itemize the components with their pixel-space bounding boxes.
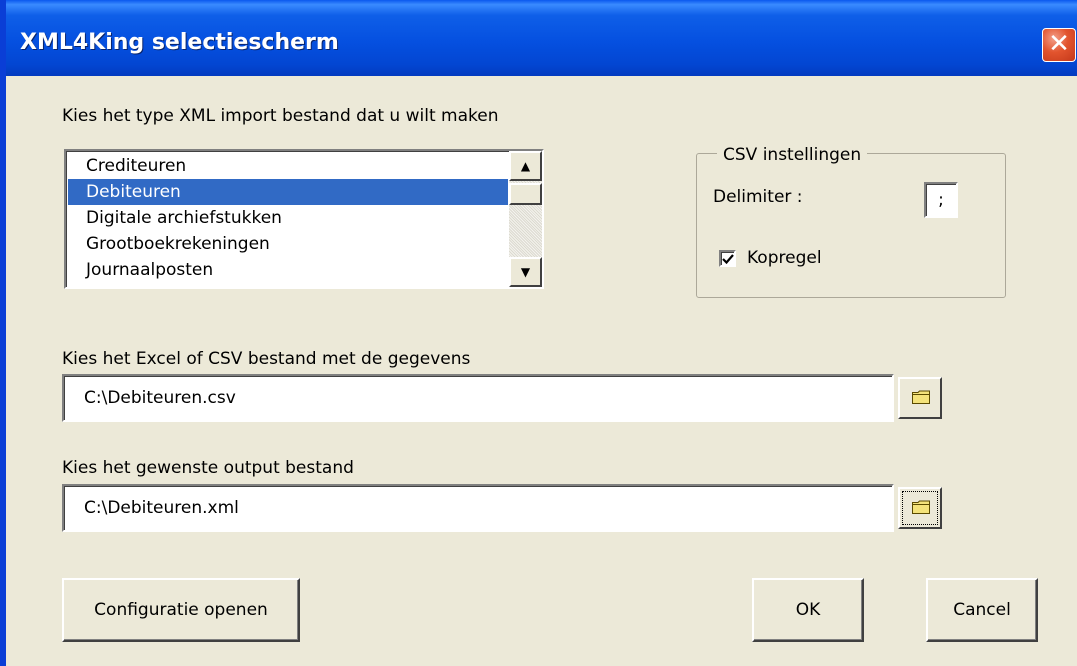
csv-settings-title: CSV instellingen	[717, 145, 868, 165]
arrow-down-icon: ▼	[520, 265, 531, 279]
scroll-down-button[interactable]: ▼	[509, 257, 542, 287]
list-item-grootboekrekeningen[interactable]: Grootboekrekeningen	[68, 231, 508, 257]
output-file-field[interactable]: C:\Debiteuren.xml	[62, 484, 894, 532]
browse-input-button[interactable]	[898, 377, 942, 419]
browse-output-button[interactable]	[898, 487, 942, 529]
scroll-thumb[interactable]	[509, 183, 542, 205]
open-configuration-button[interactable]: Configuratie openen	[62, 578, 300, 642]
arrow-up-icon: ▲	[520, 159, 531, 173]
close-button[interactable]: ✕	[1042, 28, 1076, 62]
import-type-listbox[interactable]: Crediteuren Debiteuren Digitale archiefs…	[64, 149, 544, 289]
delimiter-input[interactable]: ;	[924, 182, 958, 218]
csv-settings-groupbox	[696, 153, 1006, 298]
dialog-body: Kies het type XML import bestand dat u w…	[6, 76, 1077, 666]
type-label: Kies het type XML import bestand dat u w…	[62, 106, 499, 126]
output-file-label: Kies het gewenste output bestand	[62, 458, 354, 478]
window-title: XML4King selectiescherm	[20, 30, 339, 55]
header-row-checkbox[interactable]	[719, 250, 736, 267]
check-icon	[722, 254, 734, 265]
ok-button[interactable]: OK	[752, 578, 864, 642]
list-item-digitale-archiefstukken[interactable]: Digitale archiefstukken	[68, 205, 508, 231]
dialog-window: XML4King selectiescherm ✕ Kies het type …	[0, 0, 1077, 666]
folder-icon	[912, 500, 930, 514]
folder-icon	[912, 390, 930, 404]
listbox-scrollbar[interactable]: ▲ ▼	[509, 151, 542, 287]
input-file-field[interactable]: C:\Debiteuren.csv	[62, 374, 894, 422]
delimiter-label: Delimiter :	[713, 187, 803, 207]
title-bar[interactable]: XML4King selectiescherm ✕	[0, 0, 1077, 76]
list-item-journaalposten[interactable]: Journaalposten	[68, 257, 508, 283]
cancel-button[interactable]: Cancel	[926, 578, 1038, 642]
header-row-label[interactable]: Kopregel	[747, 248, 822, 268]
list-item-crediteuren[interactable]: Crediteuren	[68, 153, 508, 179]
input-file-label: Kies het Excel of CSV bestand met de geg…	[62, 349, 471, 369]
scroll-up-button[interactable]: ▲	[509, 151, 542, 181]
close-icon: ✕	[1048, 29, 1070, 59]
list-item-debiteuren[interactable]: Debiteuren	[68, 179, 508, 205]
